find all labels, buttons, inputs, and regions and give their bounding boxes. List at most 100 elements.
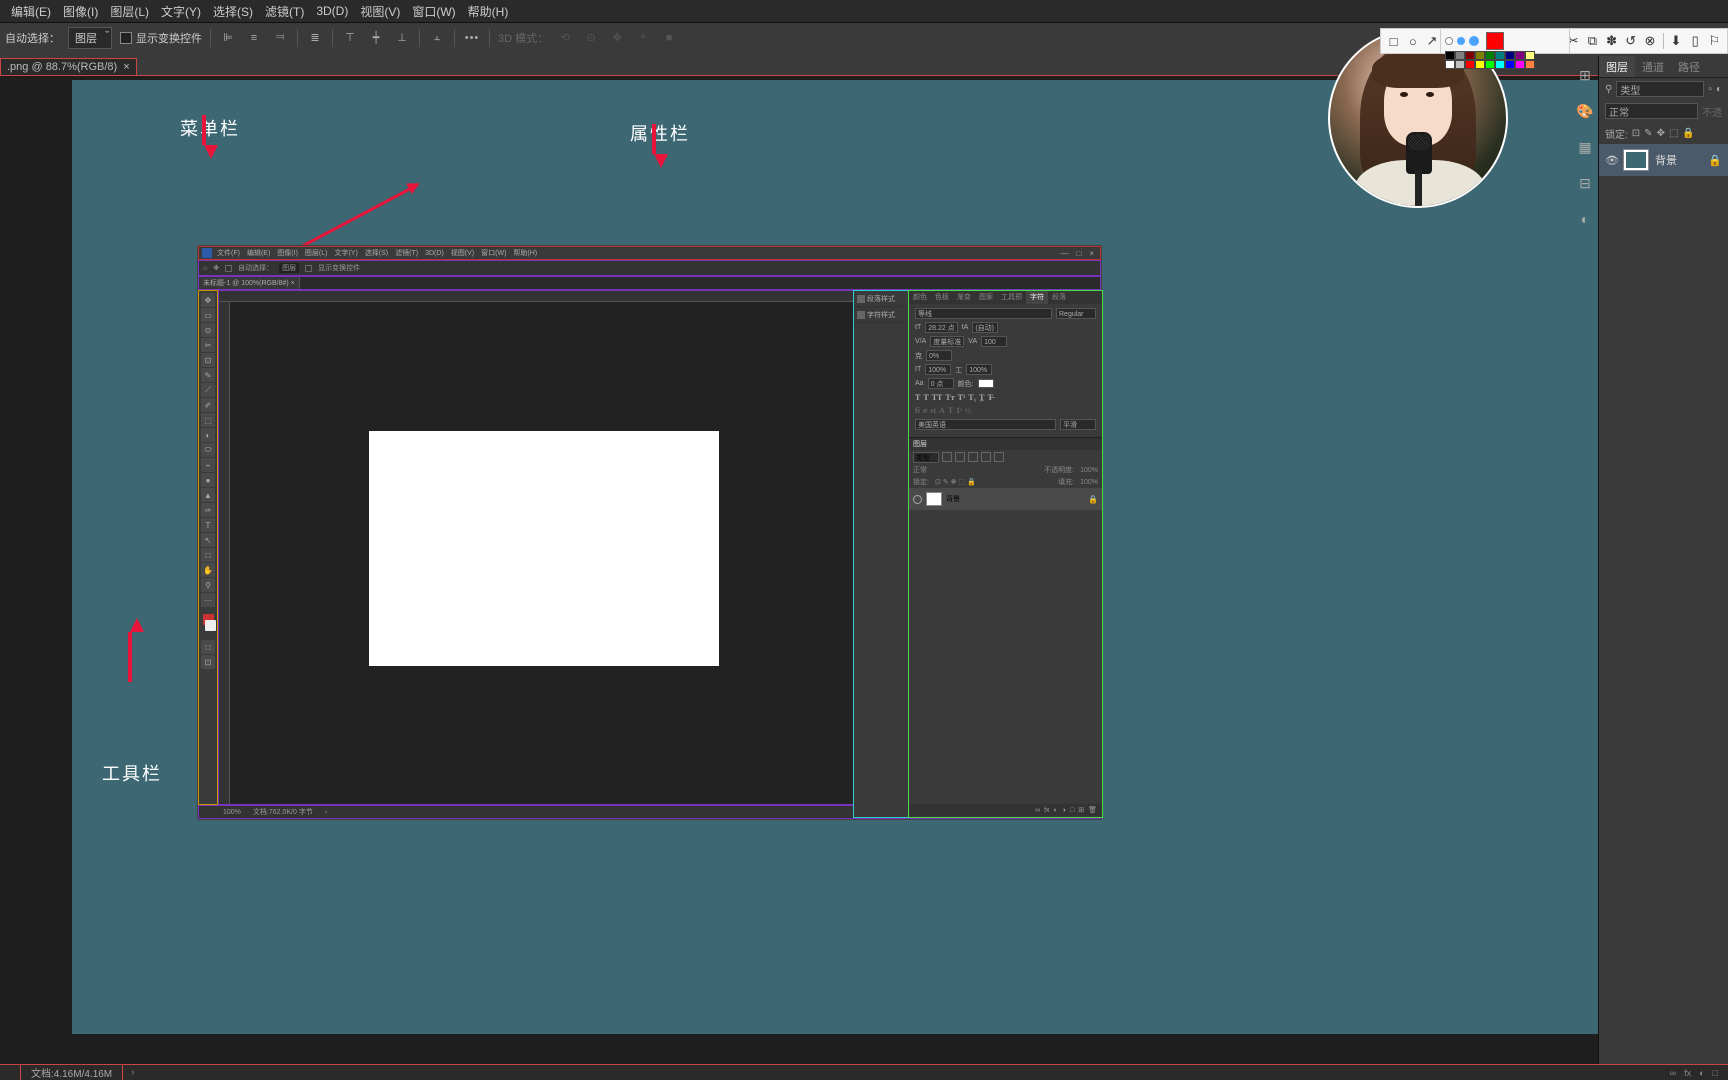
3d-pan-icon[interactable]: ✥ [608, 29, 626, 47]
color-swatch[interactable] [1505, 60, 1515, 69]
kind-dropdown[interactable]: 类型 [1616, 81, 1704, 97]
lock-position-icon[interactable]: ✎ [1644, 128, 1652, 139]
ot-icon: T [948, 406, 953, 415]
link-icon[interactable]: ∞ [1670, 1068, 1676, 1078]
ot-icon: A [939, 406, 945, 415]
color-swatch[interactable] [1495, 51, 1505, 60]
menu-select[interactable]: 选择(S) [207, 0, 259, 23]
3d-slide-icon[interactable]: ⌖ [634, 29, 652, 47]
document-tab[interactable]: .png @ 88.7%(RGB/8) × [0, 58, 137, 75]
menu-help[interactable]: 帮助(H) [462, 0, 515, 23]
tab-paths[interactable]: 路径 [1671, 56, 1707, 77]
chevron-right-icon[interactable]: › [123, 1067, 142, 1078]
pin-icon[interactable]: ⚐ [1708, 34, 1721, 49]
lock-move-icon[interactable]: ✥ [1657, 128, 1665, 139]
separator [210, 29, 211, 47]
filter-pixel-icon[interactable]: ▫ [1708, 84, 1712, 95]
menu-filter[interactable]: 滤镜(T) [259, 0, 310, 23]
lock-pixels-icon[interactable]: ⊡ [1632, 128, 1640, 139]
color-swatch[interactable] [1465, 51, 1475, 60]
highlight-tool-icon[interactable]: ✽ [1605, 34, 1618, 49]
align-right-icon[interactable]: ⫤ [271, 29, 289, 47]
color-swatch[interactable] [1525, 60, 1535, 69]
auto-select-dropdown[interactable]: 图层 ˇ [68, 27, 112, 49]
color-swatch[interactable] [1475, 51, 1485, 60]
lock-icon[interactable]: 🔒 [1708, 154, 1722, 167]
tab-channels[interactable]: 通道 [1635, 56, 1671, 77]
save-icon[interactable]: ▯ [1689, 34, 1702, 49]
show-transform-checkbox[interactable]: 显示变换控件 [120, 30, 202, 46]
menu-3d[interactable]: 3D(D) [310, 1, 354, 21]
color-swatch[interactable] [1445, 51, 1455, 60]
3d-orbit-icon[interactable]: ⟲ [556, 29, 574, 47]
tool-icon: ⌁ [201, 458, 215, 472]
align-bottom-icon[interactable]: ⊥ [393, 29, 411, 47]
fx-icon[interactable]: fx [1684, 1068, 1691, 1078]
layer-filter-row: ⚲ 类型 ▫ ◐ [1599, 78, 1728, 100]
color-swatch[interactable] [1475, 60, 1485, 69]
color-swatch[interactable] [1525, 51, 1535, 60]
mask-icon[interactable]: ◐ [1699, 1068, 1704, 1078]
layer-thumbnail[interactable] [1623, 149, 1649, 171]
size-dot-icon[interactable] [1457, 37, 1465, 45]
ellipse-tool-icon[interactable]: ○ [1406, 34, 1419, 49]
swatches-icon[interactable]: ▦ [1576, 138, 1594, 156]
menu-type[interactable]: 文字(Y) [155, 0, 207, 23]
menu-view[interactable]: 视图(V) [354, 0, 406, 23]
color-swatch[interactable] [1465, 60, 1475, 69]
align-top-icon[interactable]: ⊤ [341, 29, 359, 47]
properties-icon[interactable]: ⊞ [1576, 66, 1594, 84]
menu-window[interactable]: 窗口(W) [406, 0, 461, 23]
size-dot-icon[interactable] [1445, 37, 1453, 45]
menu-layer[interactable]: 图层(L) [104, 0, 155, 23]
filter-adj-icon[interactable]: ◐ [1716, 84, 1722, 95]
size-dot-icon[interactable] [1469, 36, 1479, 46]
lock-artboard-icon[interactable]: ⬚ [1669, 128, 1678, 139]
color-swatch[interactable] [1455, 51, 1465, 60]
inner-menu-item: 文件(F) [215, 248, 242, 258]
rect-tool-icon[interactable]: □ [1387, 34, 1400, 49]
styles-icon[interactable]: ◐ [1576, 210, 1594, 228]
revert-icon[interactable]: ↺ [1624, 34, 1637, 49]
color-swatch[interactable] [1485, 51, 1495, 60]
visibility-toggle-icon[interactable]: 👁 [1605, 154, 1617, 166]
color-swatch[interactable] [1505, 51, 1515, 60]
new-layer-icon[interactable]: □ [1713, 1068, 1718, 1078]
download-icon[interactable]: ⬇ [1669, 34, 1682, 49]
color-swatch[interactable] [1515, 51, 1525, 60]
filter-icon [955, 452, 965, 462]
color-swatch[interactable] [1495, 60, 1505, 69]
layer-name: 背景 [946, 494, 960, 504]
tool-icon: ● [201, 473, 215, 487]
status-docsize[interactable]: 文档:4.16M/4.16M [21, 1065, 123, 1080]
adjustments-icon[interactable]: ⊟ [1576, 174, 1594, 192]
layer-name[interactable]: 背景 [1655, 152, 1677, 168]
color-swatch[interactable] [1485, 60, 1495, 69]
align-center-h-icon[interactable]: ≡ [245, 29, 263, 47]
align-dist-icon[interactable]: ≣ [306, 29, 324, 47]
3d-camera-icon[interactable]: ■ [660, 29, 678, 47]
lock-all-icon[interactable]: 🔒 [1682, 128, 1694, 139]
more-options-icon[interactable]: ••• [463, 29, 481, 47]
tab-layers[interactable]: 图层 [1599, 56, 1635, 77]
microphone [1406, 132, 1432, 174]
3d-roll-icon[interactable]: ⊙ [582, 29, 600, 47]
blend-mode-dropdown[interactable]: 正常 [1605, 103, 1698, 119]
tag-tool-icon[interactable]: ⧉ [1586, 34, 1599, 49]
active-color-swatch[interactable] [1486, 32, 1504, 50]
layer-row[interactable]: 👁 背景 🔒 [1599, 144, 1728, 176]
color-swatch[interactable] [1445, 60, 1455, 69]
color-icon[interactable]: 🎨 [1576, 102, 1594, 120]
color-swatch[interactable] [1455, 60, 1465, 69]
align-dist-v-icon[interactable]: ⫠ [428, 29, 446, 47]
arrow-tool-icon[interactable]: ↗ [1425, 34, 1438, 49]
tab-close-icon[interactable]: × [123, 61, 129, 73]
align-middle-icon[interactable]: ┿ [367, 29, 385, 47]
color-swatch[interactable] [1515, 60, 1525, 69]
menu-edit[interactable]: 编辑(E) [5, 0, 57, 23]
search-icon[interactable]: ⚲ [1605, 84, 1612, 95]
ext-label: 段落样式 [867, 294, 895, 304]
align-left-icon[interactable]: ⊫ [219, 29, 237, 47]
close-icon[interactable]: ⊗ [1643, 34, 1656, 49]
menu-image[interactable]: 图像(I) [57, 0, 104, 23]
